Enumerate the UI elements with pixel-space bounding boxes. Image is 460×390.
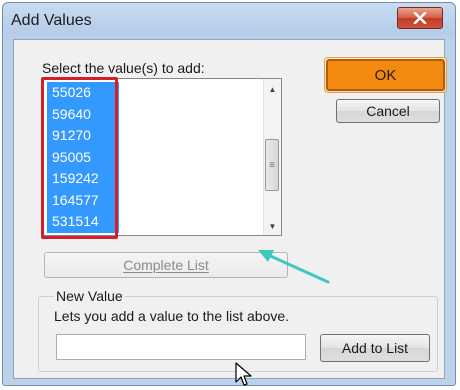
ok-button[interactable]: OK <box>326 59 445 91</box>
cancel-button[interactable]: Cancel <box>336 99 440 123</box>
mouse-cursor-icon <box>235 362 252 386</box>
complete-list-label: Complete List <box>123 257 209 273</box>
new-value-input[interactable] <box>56 334 306 360</box>
add-to-list-button[interactable]: Add to List <box>320 334 430 362</box>
scroll-up-icon[interactable]: ▲ <box>264 81 281 98</box>
list-label: Select the value(s) to add: <box>42 60 205 76</box>
scroll-thumb[interactable]: ≡ <box>265 139 279 191</box>
title-bar[interactable]: Add Values <box>3 3 455 39</box>
selection-highlight-box <box>41 77 118 239</box>
add-to-list-label: Add to List <box>341 340 409 356</box>
add-values-dialog: Add Values Select the value(s) to add: 5… <box>2 2 456 386</box>
new-value-group-label: New Value <box>54 288 125 304</box>
new-value-description: Lets you add a value to the list above. <box>54 308 290 324</box>
annotation-arrow-icon <box>258 250 330 284</box>
close-icon <box>413 12 427 24</box>
dialog-body: Select the value(s) to add: 55026 59640 … <box>13 39 447 386</box>
scroll-down-icon[interactable]: ▼ <box>264 218 281 235</box>
grip-icon: ≡ <box>269 159 275 171</box>
vertical-scrollbar[interactable]: ▲ ≡ ▼ <box>263 79 281 235</box>
window-title: Add Values <box>11 12 92 29</box>
close-button[interactable] <box>397 7 443 29</box>
